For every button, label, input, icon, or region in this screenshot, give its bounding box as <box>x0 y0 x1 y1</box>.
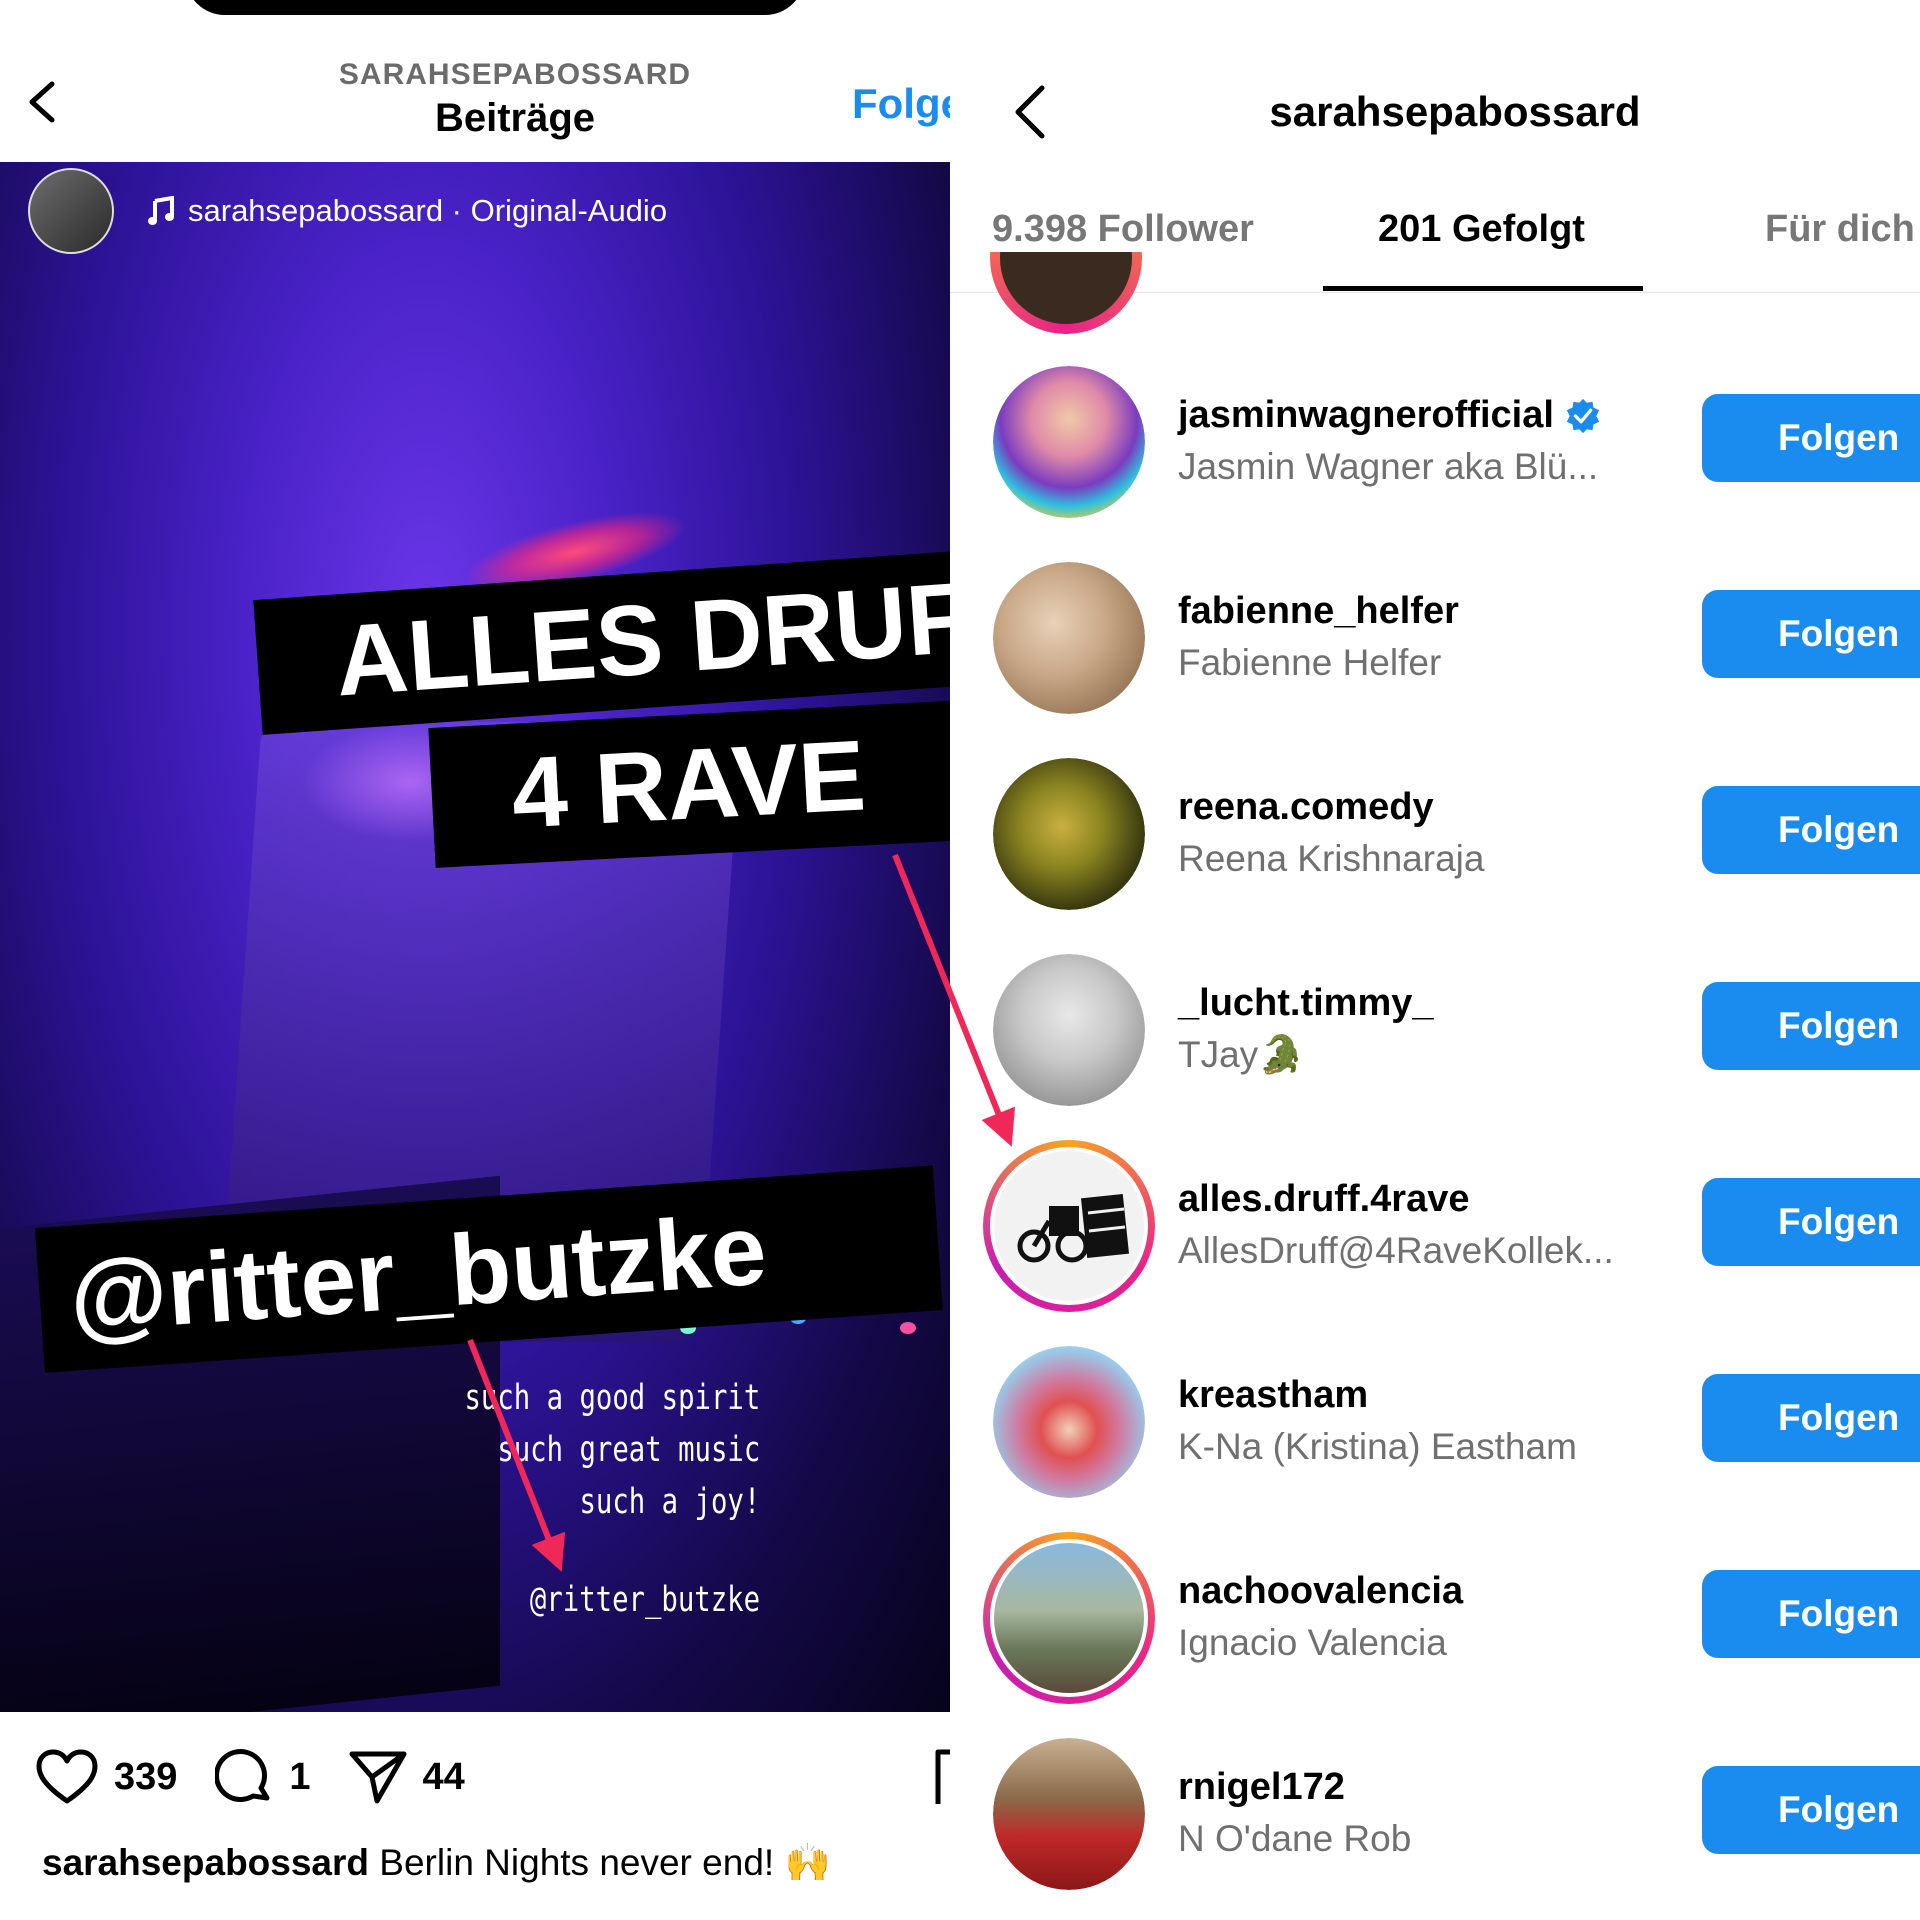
account-username[interactable]: fabienne_helfer <box>1178 590 1459 633</box>
avatar[interactable] <box>993 366 1145 518</box>
audio-label[interactable]: sarahsepabossard · Original-Audio <box>188 193 667 229</box>
audio-separator: · <box>443 193 471 228</box>
avatar[interactable] <box>28 168 114 254</box>
account-display-name: Reena Krishnaraja <box>1178 838 1485 879</box>
list-item[interactable]: alles.druff.4rave AllesDruff@4RaveKollek… <box>950 1140 1920 1330</box>
comment-action[interactable]: 1 <box>215 1748 311 1806</box>
account-username[interactable]: alles.druff.4rave <box>1178 1178 1469 1221</box>
avatar[interactable] <box>993 954 1145 1106</box>
tab-following[interactable]: 201 Gefolgt <box>1378 208 1585 251</box>
phone-notch <box>185 0 805 15</box>
list-item[interactable]: rnigel172 N O'dane Rob Folgen <box>950 1738 1920 1918</box>
share-count: 44 <box>422 1755 465 1798</box>
follow-button[interactable]: Folgen <box>1702 394 1920 482</box>
list-item[interactable]: jasminwagnerofficial Jasmin Wagner aka B… <box>950 366 1920 546</box>
send-icon[interactable] <box>349 1750 407 1804</box>
list-item[interactable]: fabienne_helfer Fabienne Helfer Folgen <box>950 562 1920 742</box>
avatar[interactable] <box>993 1738 1145 1890</box>
avatar[interactable] <box>993 1346 1145 1498</box>
video-tag-overlay: @ritter_butzke <box>529 1580 760 1620</box>
username-text: kreastham <box>1178 1374 1369 1416</box>
account-username[interactable]: rnigel172 <box>1178 1766 1345 1809</box>
avatar[interactable] <box>993 758 1145 910</box>
tab-followers[interactable]: 9.398 Follower <box>992 208 1254 251</box>
username-text: reena.comedy <box>1178 786 1434 828</box>
comment-count: 1 <box>289 1755 311 1798</box>
heart-icon[interactable] <box>36 1749 98 1805</box>
avatar <box>990 252 1142 334</box>
like-count: 339 <box>114 1755 178 1798</box>
logo-avatar-image <box>990 1147 1148 1305</box>
account-username[interactable]: _lucht.timmy_ <box>1178 982 1434 1025</box>
avatar[interactable] <box>983 1140 1155 1312</box>
list-item[interactable]: nachoovalencia Ignacio Valencia Folgen <box>950 1532 1920 1722</box>
follow-button[interactable]: Folgen <box>1702 982 1920 1070</box>
post-caption: sarahsepabossard Berlin Nights never end… <box>42 1842 831 1885</box>
account-display-name: N O'dane Rob <box>1178 1818 1412 1859</box>
account-username[interactable]: kreastham <box>1178 1374 1368 1417</box>
overlay-line: such a joy! <box>579 1482 760 1522</box>
follow-link[interactable]: Folgen <box>852 80 950 128</box>
follow-button[interactable]: Folgen <box>1702 1178 1920 1266</box>
audio-username: sarahsepabossard <box>188 193 444 228</box>
avatar-image <box>990 1539 1148 1697</box>
username-text: rnigel172 <box>1178 1766 1345 1808</box>
video-caption-overlay: such a good spirit such great music such… <box>464 1372 760 1528</box>
overlay-line: such a good spirit <box>464 1378 760 1418</box>
like-action[interactable]: 339 <box>36 1749 177 1805</box>
tab-for-you[interactable]: Für dich <box>1765 208 1915 251</box>
account-display-name: TJay🐊 <box>1178 1034 1305 1075</box>
username-text: nachoovalencia <box>1178 1570 1464 1612</box>
comment-icon[interactable] <box>215 1748 273 1806</box>
account-display-name: Fabienne Helfer <box>1178 642 1442 683</box>
profile-title: sarahsepabossard <box>1269 88 1641 135</box>
list-item[interactable]: _lucht.timmy_ TJay🐊 Folgen <box>950 954 1920 1134</box>
header-username: SARAHSEPABOSSARD <box>338 58 692 91</box>
account-display-name: Ignacio Valencia <box>1178 1622 1447 1663</box>
audio-row[interactable]: sarahsepabossard · Original-Audio <box>28 168 667 254</box>
account-username[interactable]: reena.comedy <box>1178 786 1434 829</box>
bookmark-icon[interactable] <box>934 1748 950 1808</box>
caption-username[interactable]: sarahsepabossard <box>42 1842 369 1883</box>
header-title: Beiträge <box>434 96 596 140</box>
account-display-name: Jasmin Wagner aka Blü... <box>1178 446 1599 487</box>
username-text: fabienne_helfer <box>1178 590 1459 632</box>
account-username[interactable]: jasminwagnerofficial <box>1178 394 1602 437</box>
share-action[interactable]: 44 <box>349 1750 465 1804</box>
verified-badge-icon <box>1566 398 1600 433</box>
caption-text: Berlin Nights never end! 🙌 <box>369 1842 831 1883</box>
follow-button[interactable]: Folgen <box>1702 1570 1920 1658</box>
avatar[interactable] <box>993 562 1145 714</box>
username-text: alles.druff.4rave <box>1178 1178 1470 1220</box>
follow-button[interactable]: Folgen <box>1702 1374 1920 1462</box>
audio-track: Original-Audio <box>470 193 668 228</box>
username-text: _lucht.timmy_ <box>1178 982 1434 1024</box>
overlay-line: such great music <box>497 1430 760 1470</box>
back-arrow-icon[interactable] <box>22 80 62 124</box>
follow-button[interactable]: Folgen <box>1702 786 1920 874</box>
follow-button[interactable]: Folgen <box>1702 1766 1920 1854</box>
username-text: jasminwagnerofficial <box>1178 394 1554 436</box>
active-tab-indicator <box>1323 286 1643 291</box>
account-display-name: K-Na (Kristina) Eastham <box>1178 1426 1577 1467</box>
list-item[interactable]: reena.comedy Reena Krishnaraja Folgen <box>950 758 1920 938</box>
bike-logo-icon <box>1017 1193 1130 1263</box>
post-panel: SARAHSEPABOSSARD Beiträge Folgen sarahse <box>0 0 950 1920</box>
list-item[interactable]: kreastham K-Na (Kristina) Eastham Folgen <box>950 1346 1920 1526</box>
account-display-name: AllesDruff@4RaveKollek... <box>1178 1230 1614 1271</box>
follow-button[interactable]: Folgen <box>1702 590 1920 678</box>
avatar[interactable] <box>983 1532 1155 1704</box>
post-header: SARAHSEPABOSSARD Beiträge <box>300 58 730 141</box>
action-bar: 339 1 44 <box>36 1748 503 1806</box>
account-username[interactable]: nachoovalencia <box>1178 1570 1463 1613</box>
music-note-icon <box>148 196 174 225</box>
